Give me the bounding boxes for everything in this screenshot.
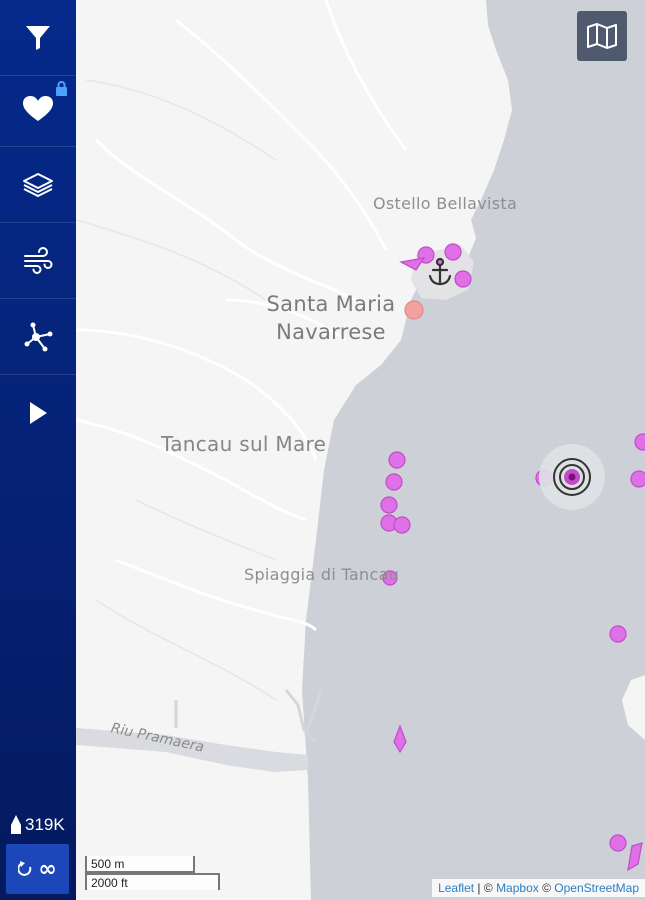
ship-count: 319K (10, 815, 65, 835)
vessel-marker[interactable] (388, 451, 406, 469)
vessel-marker[interactable] (385, 473, 403, 491)
play-icon (30, 401, 47, 424)
scale-imperial: 2000 ft (85, 873, 220, 890)
heart-icon (23, 95, 53, 121)
layers-icon (23, 172, 53, 197)
leaflet-link[interactable]: Leaflet (438, 881, 474, 895)
filter-button[interactable] (0, 0, 76, 76)
vessel-marker[interactable] (630, 470, 645, 488)
replay-icon (18, 861, 32, 876)
layers-button[interactable] (0, 147, 76, 223)
place-label-spiaggia: Spiaggia di Tancau (244, 565, 400, 584)
place-label-tancau: Tancau sul Mare (161, 432, 327, 456)
favorites-button[interactable] (0, 71, 76, 147)
vessel-marker[interactable] (634, 433, 645, 451)
filter-icon (26, 25, 50, 50)
vessel-marker[interactable] (380, 496, 398, 514)
ship-icon (11, 815, 21, 834)
place-label-santa-maria-line2: Navarrese (276, 320, 386, 344)
map-style-button[interactable] (577, 11, 627, 61)
selected-vessel[interactable] (539, 444, 605, 510)
play-button[interactable] (0, 375, 76, 450)
attribution-separator: | © (474, 881, 497, 895)
place-label-santa-maria-line1: Santa Maria (266, 292, 396, 316)
wind-icon (24, 246, 53, 274)
map-icon (587, 23, 617, 49)
sidebar: 319K ∞ (0, 0, 76, 900)
ship-count-value: 319K (25, 815, 65, 834)
mapbox-link[interactable]: Mapbox (496, 881, 539, 895)
scale-metric: 500 m (85, 856, 195, 873)
openstreetmap-link[interactable]: OpenStreetMap (554, 881, 639, 895)
playback-button[interactable]: ∞ (6, 844, 69, 894)
vessel-marker[interactable] (444, 243, 462, 261)
playback-value: ∞ (38, 856, 57, 882)
vessel-marker-stationary[interactable] (404, 300, 424, 320)
network-icon (24, 322, 53, 351)
attribution-separator-2: © (538, 881, 555, 895)
vessel-marker[interactable] (393, 516, 411, 534)
place-label-ostello: Ostello Bellavista (373, 194, 518, 213)
map[interactable]: Ostello Bellavista Santa Maria Navarrese… (76, 0, 645, 900)
network-button[interactable] (0, 299, 76, 375)
place-label-santa-maria: Santa Maria Navarrese (262, 290, 400, 346)
attribution: Leaflet | © Mapbox © OpenStreetMap (432, 879, 645, 897)
weather-button[interactable] (0, 223, 76, 299)
vessel-marker[interactable] (454, 270, 472, 288)
scale-control: 500 m 2000 ft (85, 856, 220, 890)
lock-icon (56, 81, 67, 96)
vessel-marker[interactable] (609, 625, 627, 643)
vessel-marker[interactable] (609, 834, 627, 852)
